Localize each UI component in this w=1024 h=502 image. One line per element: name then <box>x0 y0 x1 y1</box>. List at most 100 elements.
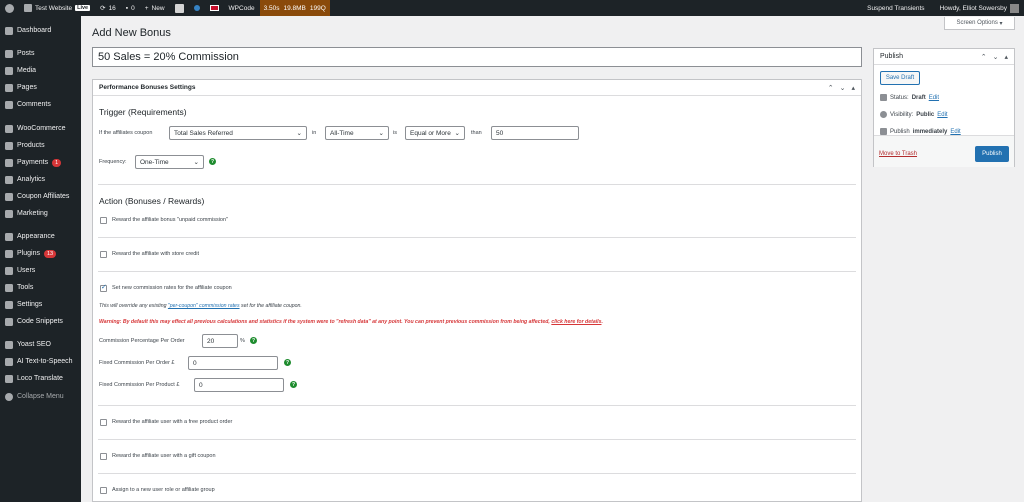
tools-icon <box>5 283 13 292</box>
per-coupon-rates-link[interactable]: "per-coupon" commission rates <box>168 303 240 309</box>
sidebar-item-label: Code Snippets <box>17 318 63 325</box>
bonus-title-input[interactable] <box>92 47 862 67</box>
account-menu[interactable]: Howdy, Elliot Sowersby <box>930 0 1024 16</box>
dashboard-icon <box>5 26 13 35</box>
publish-title: Publish <box>880 53 903 60</box>
warning-details-link[interactable]: click here for details <box>551 319 601 325</box>
suspend-transients-link[interactable]: Suspend Transients <box>862 0 929 16</box>
sidebar-item-marketing[interactable]: Marketing <box>0 206 81 221</box>
sidebar-item-settings[interactable]: Settings <box>0 297 81 312</box>
sidebar-item-analytics[interactable]: Analytics <box>0 172 81 187</box>
save-draft-button[interactable]: Save Draft <box>880 71 920 85</box>
assign-role-checkbox[interactable] <box>100 487 107 494</box>
wpcode-label: WPCode <box>228 4 255 12</box>
sidebar-item-users[interactable]: Users <box>0 263 81 278</box>
edit-publish-time-link[interactable]: Edit <box>950 129 960 135</box>
set-commission-rates-label: Set new commission rates for the affilia… <box>112 285 232 291</box>
query-monitor-menu[interactable]: 3.50s 19.8MB 199Q <box>259 0 330 16</box>
reward-free-product-checkbox[interactable] <box>100 419 107 426</box>
wp-logo-menu[interactable] <box>0 0 19 16</box>
help-icon[interactable]: ? <box>284 359 291 366</box>
publish-button[interactable]: Publish <box>975 146 1009 162</box>
sidebar-item-products[interactable]: Products <box>0 138 81 153</box>
sidebar-item-loco-translate[interactable]: Loco Translate <box>0 371 81 386</box>
sidebar-item-coupon-affiliates[interactable]: Coupon Affiliates <box>0 189 81 204</box>
sidebar-item-comments[interactable]: Comments <box>0 97 81 112</box>
sidebar-item-media[interactable]: Media <box>0 63 81 78</box>
frequency-label: Frequency: <box>99 159 127 165</box>
publish-metabox: Publish ⌃ ⌄ ▴ Save Draft Status: Draft Ed… <box>873 48 1015 167</box>
sidebar-item-yoast-seo[interactable]: Yoast SEO <box>0 337 81 352</box>
reward-store-credit-checkbox[interactable] <box>100 251 107 258</box>
yoast-icon <box>174 3 184 13</box>
section-divider <box>98 237 856 238</box>
sidebar-item-label: Marketing <box>17 210 48 217</box>
sidebar-item-woocommerce[interactable]: WooCommerce <box>0 121 81 136</box>
visibility-label: Visibility: <box>890 111 914 118</box>
sidebar-item-appearance[interactable]: Appearance <box>0 229 81 244</box>
sidebar-item-label: Media <box>17 67 37 74</box>
sidebar-item-plugins[interactable]: Plugins 13 <box>0 246 81 261</box>
comments-menu[interactable]: ▪ 0 <box>121 0 140 16</box>
edit-status-link[interactable]: Edit <box>929 95 939 101</box>
admin-sidebar: Dashboard Posts Media Pages Comments Woo… <box>0 16 81 502</box>
threshold-input[interactable] <box>491 126 579 140</box>
sidebar-item-posts[interactable]: Posts <box>0 46 81 61</box>
section-divider <box>98 184 856 185</box>
set-commission-rates-checkbox[interactable] <box>100 283 107 292</box>
screen-options-button[interactable]: Screen Options ▾ <box>944 17 1015 30</box>
sidebar-item-dashboard[interactable]: Dashboard <box>0 23 81 38</box>
payments-icon <box>5 158 13 167</box>
updates-menu[interactable]: ⟳ 16 <box>95 0 121 16</box>
site-name-menu[interactable]: Test Website Live <box>19 0 95 16</box>
help-icon[interactable]: ? <box>290 381 297 388</box>
compare-select[interactable]: Equal or More ⌄ <box>405 126 465 140</box>
sidebar-item-ai-text-to-speech[interactable]: AI Text-to-Speech <box>0 354 81 369</box>
pin-icon <box>5 49 13 58</box>
commission-percentage-input[interactable] <box>202 334 238 348</box>
move-down-icon[interactable]: ⌄ <box>840 84 846 92</box>
wpcode-menu[interactable]: WPCode <box>224 0 260 16</box>
site-name: Test Website <box>35 4 73 12</box>
help-icon[interactable]: ? <box>250 337 257 344</box>
move-up-icon[interactable]: ⌃ <box>828 84 834 92</box>
move-down-icon[interactable]: ⌄ <box>993 53 999 61</box>
sidebar-item-tools[interactable]: Tools <box>0 280 81 295</box>
move-up-icon[interactable]: ⌃ <box>981 53 987 61</box>
admin-bar: Test Website Live ⟳ 16 ▪ 0 + New WPCode 3.5… <box>0 0 1024 16</box>
flag-menu[interactable] <box>205 0 224 16</box>
metric-select[interactable]: Total Sales Referred ⌄ <box>169 126 307 140</box>
collapse-menu-button[interactable]: Collapse Menu <box>0 389 81 404</box>
sidebar-item-code-snippets[interactable]: Code Snippets <box>0 314 81 329</box>
status-dot-menu[interactable] <box>189 0 205 16</box>
reward-store-credit-label: Reward the affiliate with store credit <box>112 251 200 257</box>
avatar <box>1010 3 1019 13</box>
warning-message: Warning: By default this may effect all … <box>99 319 859 325</box>
fixed-per-order-input[interactable] <box>188 356 278 370</box>
percent-unit: % <box>240 338 245 344</box>
performance-bonuses-metabox: Performance Bonuses Settings ⌃ ⌄ ▴ Trigg… <box>92 79 862 502</box>
new-label: New <box>151 4 165 12</box>
sidebar-item-pages[interactable]: Pages <box>0 80 81 95</box>
frequency-select[interactable]: One-Time ⌄ <box>135 155 204 169</box>
sidebar-item-label: Comments <box>17 101 51 108</box>
help-icon[interactable]: ? <box>209 158 216 165</box>
collapse-icon <box>5 392 13 401</box>
snippets-icon <box>5 317 13 326</box>
reward-unpaid-checkbox[interactable] <box>100 217 107 224</box>
sidebar-item-payments[interactable]: Payments 1 <box>0 155 81 170</box>
yoast-menu[interactable] <box>170 0 189 16</box>
plugins-icon <box>5 249 13 258</box>
reward-gift-coupon-checkbox[interactable] <box>100 453 107 460</box>
reward-gift-coupon-label: Reward the affiliate user with a gift co… <box>112 453 216 459</box>
toggle-panel-icon[interactable]: ▴ <box>1004 53 1008 61</box>
fixed-per-product-input[interactable] <box>194 378 284 392</box>
chevron-down-icon: ⌄ <box>378 130 384 137</box>
status-row: Status: Draft Edit <box>880 94 939 101</box>
toggle-panel-icon[interactable]: ▴ <box>851 84 855 92</box>
move-to-trash-link[interactable]: Move to Trash <box>879 151 917 157</box>
sidebar-item-label: Appearance <box>17 233 55 240</box>
new-content-menu[interactable]: + New <box>140 0 170 16</box>
edit-visibility-link[interactable]: Edit <box>937 112 947 118</box>
period-select[interactable]: All-Time ⌄ <box>325 126 389 140</box>
